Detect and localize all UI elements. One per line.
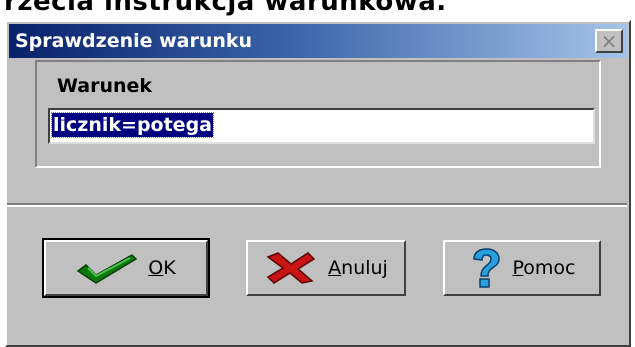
cancel-button[interactable]: Anuluj — [246, 240, 406, 296]
condition-input-value: licznik=potega — [51, 112, 214, 138]
help-button[interactable]: Pomoc — [443, 240, 601, 296]
background-heading: rzecia instrukcja warunkowa. — [4, 0, 447, 17]
separator — [7, 203, 627, 207]
ok-button[interactable]: OK — [42, 238, 210, 298]
question-mark-icon — [469, 248, 503, 288]
ok-label: OK — [148, 257, 176, 279]
x-icon — [264, 251, 318, 285]
cancel-label: Anuluj — [328, 257, 388, 279]
close-button[interactable]: × — [595, 29, 623, 53]
title-bar[interactable]: Sprawdzenie warunku × — [9, 24, 627, 58]
help-label: Pomoc — [512, 257, 576, 279]
check-icon — [76, 251, 138, 285]
close-icon: × — [600, 29, 618, 53]
condition-label: Warunek — [57, 75, 153, 97]
dialog-title: Sprawdzenie warunku — [15, 30, 253, 52]
condition-input[interactable]: licznik=potega — [48, 108, 595, 144]
